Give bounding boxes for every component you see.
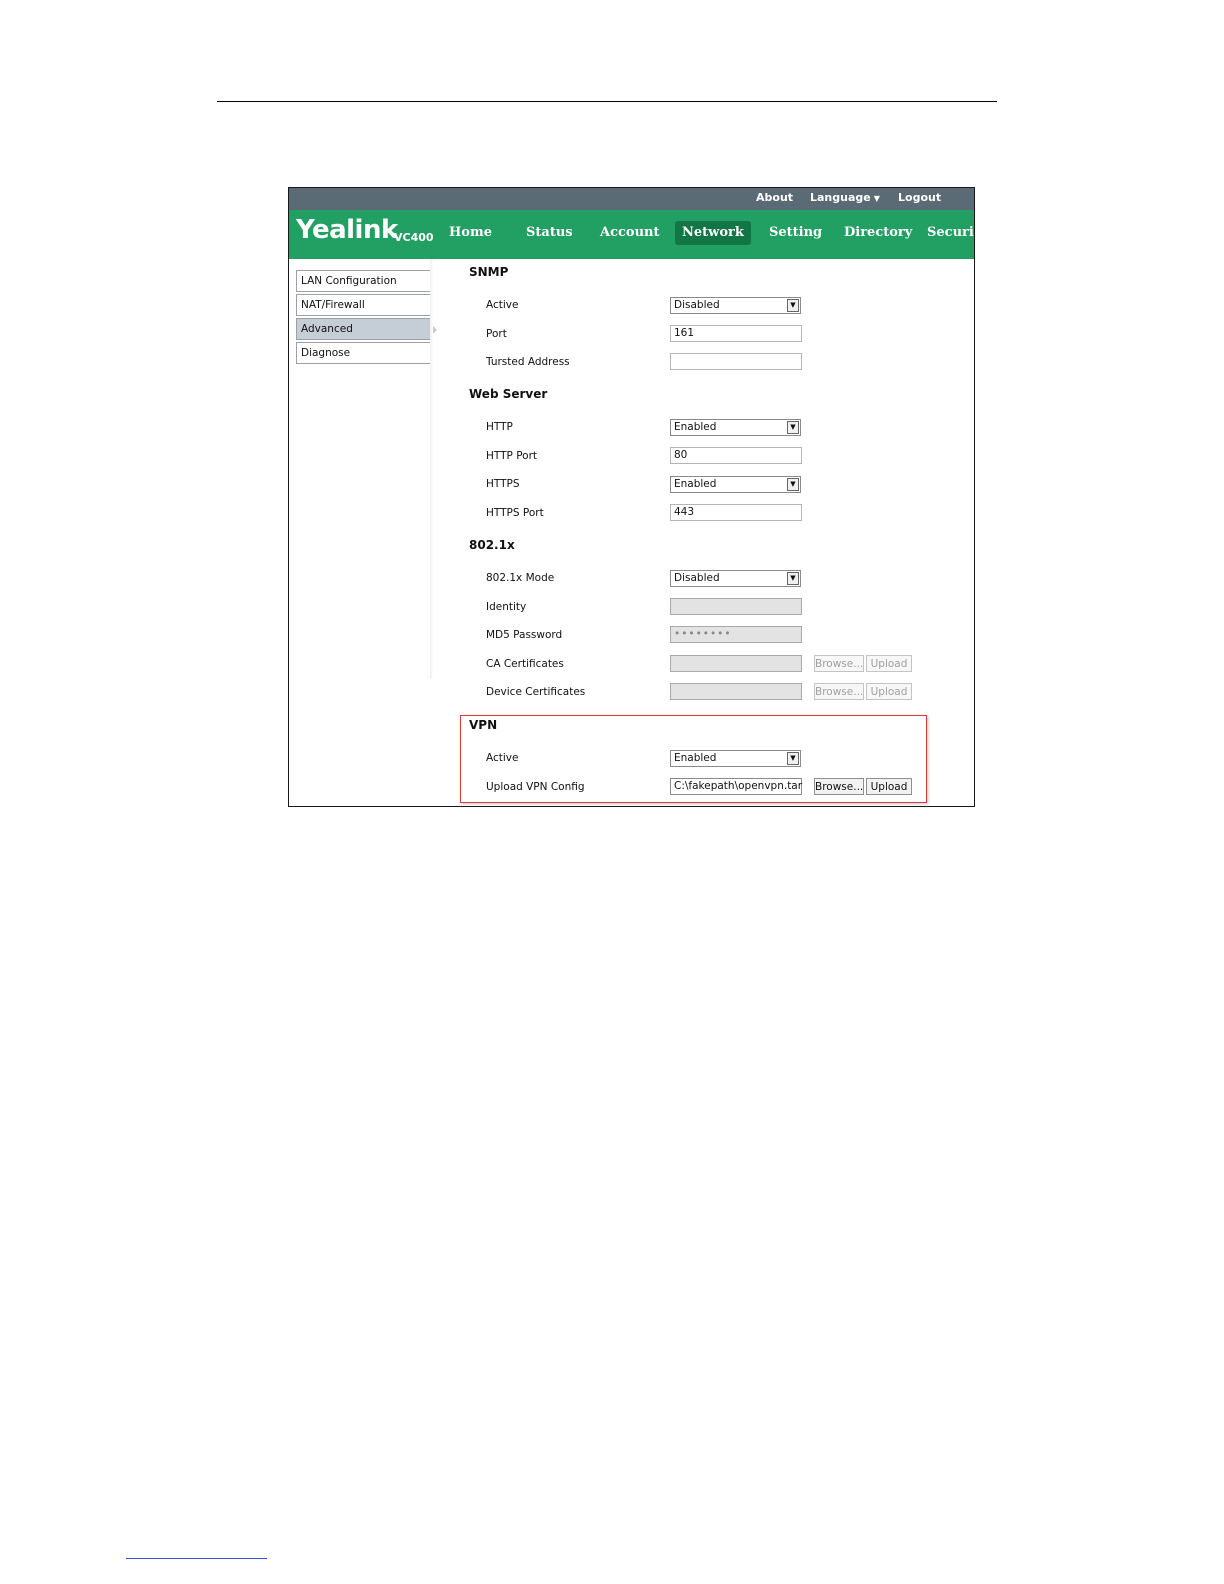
vpn-active-select[interactable]: Enabled ▼	[670, 750, 801, 767]
logout-link[interactable]: Logout	[898, 191, 941, 204]
vpn-active-label: Active	[486, 752, 519, 764]
select-value: Disabled	[674, 299, 720, 311]
chevron-down-icon: ▼	[873, 194, 880, 203]
language-menu[interactable]: Language ▼	[810, 191, 880, 204]
snmp-port-input[interactable]: 161	[670, 325, 802, 342]
vpn-browse-button[interactable]: Browse...	[814, 778, 864, 795]
main-navigation: Yealink VC400 Home Status Account Networ…	[289, 210, 974, 259]
vpn-config-file-input[interactable]: C:\fakepath\openvpn.tar	[670, 778, 802, 795]
tab-status[interactable]: Status	[519, 221, 580, 245]
identity-input	[670, 598, 802, 615]
snmp-active-select[interactable]: Disabled ▼	[670, 297, 801, 314]
snmp-active-label: Active	[486, 299, 519, 311]
chevron-down-icon: ▼	[787, 572, 799, 585]
https-label: HTTPS	[486, 478, 520, 490]
device-certificates-label: Device Certificates	[486, 686, 586, 698]
chevron-down-icon: ▼	[787, 478, 799, 491]
about-link[interactable]: About	[756, 191, 793, 204]
top-utility-bar: About Language ▼ Logout	[289, 188, 974, 210]
http-select[interactable]: Enabled ▼	[670, 419, 801, 436]
dot1x-mode-label: 802.1x Mode	[486, 572, 555, 584]
http-label: HTTP	[486, 421, 513, 433]
snmp-trusted-address-label: Tursted Address	[486, 356, 570, 368]
ca-certificates-label: CA Certificates	[486, 658, 564, 670]
tab-home[interactable]: Home	[442, 221, 499, 245]
tab-network[interactable]: Network	[675, 221, 751, 245]
tab-account[interactable]: Account	[593, 221, 667, 245]
select-value: Enabled	[674, 752, 717, 764]
device-upload-button: Upload	[866, 683, 912, 700]
https-port-input[interactable]: 443	[670, 504, 802, 521]
https-select[interactable]: Enabled ▼	[670, 476, 801, 493]
model-label: VC400	[394, 231, 434, 244]
chevron-down-icon: ▼	[787, 421, 799, 434]
section-title-web-server: Web Server	[469, 387, 548, 401]
chevron-down-icon: ▼	[787, 299, 799, 312]
http-port-label: HTTP Port	[486, 450, 538, 462]
ca-upload-button: Upload	[866, 655, 912, 672]
language-label: Language	[810, 191, 871, 204]
sidebar-item-advanced[interactable]: Advanced	[296, 318, 437, 340]
http-port-input[interactable]: 80	[670, 447, 802, 464]
section-title-vpn: VPN	[469, 718, 498, 732]
sidebar-item-lan-configuration[interactable]: LAN Configuration	[296, 270, 431, 292]
chevron-down-icon: ▼	[787, 752, 799, 765]
upload-vpn-config-label: Upload VPN Config	[486, 781, 585, 793]
ca-certificates-input	[670, 655, 802, 672]
snmp-trusted-address-input[interactable]	[670, 353, 802, 370]
vpn-upload-button[interactable]: Upload	[866, 778, 912, 795]
md5-password-label: MD5 Password	[486, 629, 563, 641]
page-header-rule	[217, 101, 997, 102]
sidebar-item-label: Advanced	[301, 323, 353, 335]
tab-setting[interactable]: Setting	[762, 221, 829, 245]
tab-directory[interactable]: Directory	[837, 221, 919, 245]
ca-browse-button: Browse...	[814, 655, 864, 672]
snmp-port-label: Port	[486, 328, 507, 340]
sidebar-divider	[430, 259, 433, 679]
footer-link-underline	[126, 1558, 267, 1559]
select-value: Enabled	[674, 421, 717, 433]
section-title-802-1x: 802.1x	[469, 538, 515, 552]
browser-screenshot: About Language ▼ Logout Yealink VC400 Hom…	[288, 187, 975, 807]
section-title-snmp: SNMP	[469, 265, 509, 279]
device-browse-button: Browse...	[814, 683, 864, 700]
brand-logo: Yealink	[296, 215, 398, 245]
sidebar-item-diagnose[interactable]: Diagnose	[296, 342, 431, 364]
md5-password-input: ••••••••	[670, 626, 802, 643]
device-certificates-input	[670, 683, 802, 700]
https-port-label: HTTPS Port	[486, 507, 544, 519]
dot1x-mode-select[interactable]: Disabled ▼	[670, 570, 801, 587]
tab-security[interactable]: Security	[920, 221, 974, 245]
select-value: Enabled	[674, 478, 717, 490]
sidebar-item-nat-firewall[interactable]: NAT/Firewall	[296, 294, 431, 316]
identity-label: Identity	[486, 601, 527, 613]
select-value: Disabled	[674, 572, 720, 584]
sidebar: LAN Configuration NAT/Firewall Advanced …	[296, 270, 437, 366]
